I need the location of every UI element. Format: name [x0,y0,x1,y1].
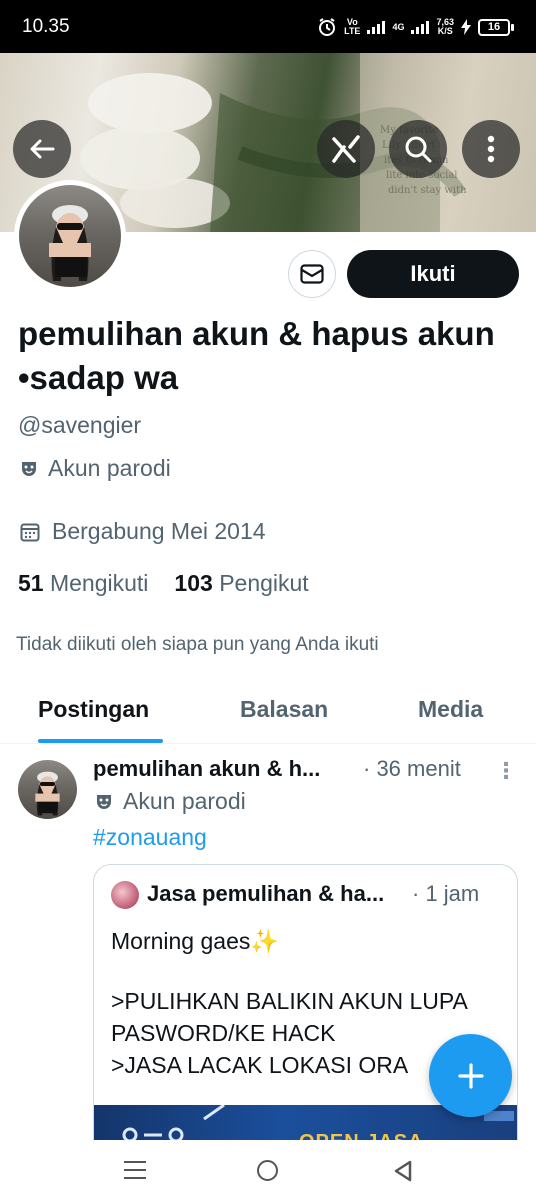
status-icons: Vo LTE 4G 7,63 K/S 16 [317,14,514,40]
mutual-followers-note: Tidak diikuti oleh siapa pun yang Anda i… [16,634,379,655]
volte-indicator: Vo LTE [344,18,360,36]
follow-stats: 51 Mengikuti 103 Pengikut [18,570,309,597]
following-link[interactable]: 51 Mengikuti [18,570,148,597]
parody-text: Akun parodi [48,455,171,481]
joined-text: Bergabung Mei 2014 [52,518,266,544]
search-button[interactable] [389,120,447,178]
mail-icon [300,264,324,284]
lte-label: LTE [344,26,361,36]
post-timestamp: · 36 menit [363,756,461,781]
more-options-button[interactable] [462,120,520,178]
back-arrow-icon [30,139,55,159]
compose-button[interactable] [429,1034,512,1117]
following-label: Mengikuti [49,570,149,596]
post-avatar-photo [35,771,60,816]
grok-button[interactable] [317,120,375,178]
alarm-icon [319,18,336,36]
signal-icon-2 [411,20,430,34]
battery-level: 16 [478,18,510,36]
profile-avatar[interactable] [14,180,126,292]
status-time: 10.35 [22,16,70,37]
tab-replies[interactable]: Balasan [240,696,328,723]
network-speed: 7,63 K/S [436,18,454,36]
grok-icon [332,135,360,163]
recents-icon[interactable] [124,1161,146,1179]
profile-handle: @savengier [18,412,142,438]
avatar-photo [49,205,91,281]
network-type: 4G [392,21,405,32]
plus-icon [457,1062,484,1089]
follow-button[interactable]: Ikuti [347,250,519,298]
more-vertical-icon [487,135,495,163]
post-author-name[interactable]: pemulihan akun & h... [93,756,320,782]
back-button[interactable] [13,120,71,178]
followers-link[interactable]: 103 Pengikut [174,570,308,597]
followers-label: Pengikut [219,570,309,596]
speed-unit: K/S [437,26,453,36]
home-icon[interactable] [257,1160,278,1181]
quote-avatar [111,881,139,909]
battery-icon: 16 [478,18,514,36]
profile-tabs: Postingan Balasan Media [0,680,536,744]
tab-posts[interactable]: Postingan [38,696,149,723]
post-hashtag[interactable]: #zonauang [93,824,207,851]
search-icon [405,136,432,163]
followers-count: 103 [174,570,213,596]
system-navigation-bar [0,1140,536,1200]
quote-timestamp: · 1 jam [412,881,480,906]
profile-display-name: pemulihan akun & hapus akun •sadap wa [18,315,495,396]
message-button[interactable] [288,250,336,298]
post-parody-text: Akun parodi [123,788,246,814]
calendar-icon [20,523,40,541]
active-tab-indicator [38,739,163,743]
quote-author-name: Jasa pemulihan & ha... [147,881,385,906]
tab-media[interactable]: Media [418,696,483,723]
joined-date: Bergabung Mei 2014 [20,518,266,545]
post-header: pemulihan akun & h... · 36 menit ⋮ [93,756,523,786]
parody-label: Akun parodi [20,455,171,482]
back-triangle-icon[interactable] [393,1160,413,1182]
post-parody-label: Akun parodi [95,788,246,815]
charging-bolt-icon [461,19,471,35]
post-avatar[interactable] [18,760,77,819]
signal-icon-1 [367,20,386,34]
svg-text:didn't stay with: didn't stay with [388,185,467,196]
status-bar: 10.35 Vo LTE 4G 7,63 K/S 16 [0,0,536,53]
quoted-post[interactable]: Jasa pemulihan & ha... · 1 jam Morning g… [93,864,518,1164]
following-count: 51 [18,570,44,596]
parody-mask-icon [97,794,111,809]
quote-line-1: Morning gaes✨ [111,928,279,954]
post-more-icon[interactable]: ⋮ [495,758,517,784]
parody-mask-icon [22,461,36,476]
